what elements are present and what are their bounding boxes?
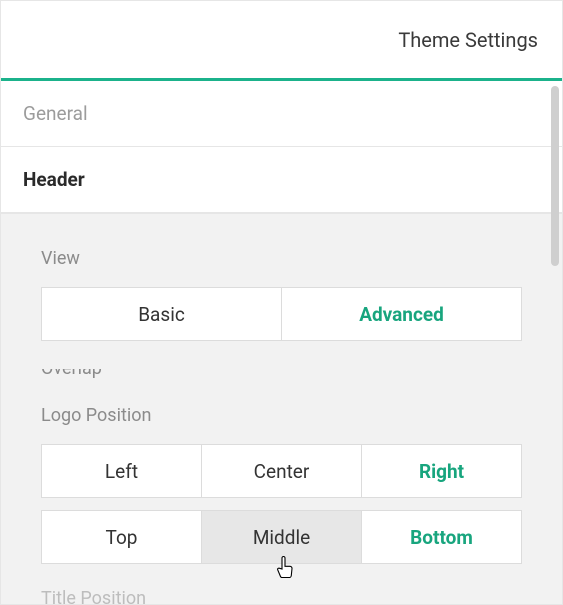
logo-position-left[interactable]: Left <box>41 444 202 498</box>
logo-position-middle-label: Middle <box>253 526 310 549</box>
settings-scroll-area[interactable]: General Header View Basic Advanced Overl… <box>1 81 562 604</box>
logo-position-left-label: Left <box>105 460 138 483</box>
logo-position-bottom-label: Bottom <box>410 526 473 549</box>
panel-title: Theme Settings <box>1 0 562 78</box>
view-option-advanced[interactable]: Advanced <box>282 287 522 341</box>
logo-position-center-label: Center <box>254 460 310 483</box>
section-header[interactable]: Header <box>1 147 562 213</box>
logo-position-middle[interactable]: Middle <box>202 510 362 564</box>
logo-position-top-label: Top <box>106 526 138 549</box>
title-position-group-label: Title Position <box>41 582 522 604</box>
section-header-label: Header <box>23 168 85 191</box>
logo-position-group-label: Logo Position <box>41 405 522 426</box>
view-option-advanced-label: Advanced <box>359 303 444 326</box>
truncated-setting-above: Overlap <box>41 369 522 385</box>
logo-position-bottom[interactable]: Bottom <box>362 510 522 564</box>
logo-position-top[interactable]: Top <box>41 510 202 564</box>
section-general[interactable]: General <box>1 81 562 147</box>
view-option-basic[interactable]: Basic <box>41 287 282 341</box>
logo-position-center[interactable]: Center <box>202 444 362 498</box>
logo-position-vertical: Top Middle Bottom <box>41 510 522 564</box>
theme-settings-panel: Theme Settings General Header View Basic… <box>0 0 563 605</box>
logo-position-horizontal: Left Center Right <box>41 444 522 498</box>
panel-title-text: Theme Settings <box>398 28 538 52</box>
view-group-label: View <box>41 248 522 269</box>
header-section-content: View Basic Advanced Overlap Logo Positio… <box>1 213 562 604</box>
logo-position-right[interactable]: Right <box>362 444 522 498</box>
view-segmented-control: Basic Advanced <box>41 287 522 341</box>
scrollbar-thumb[interactable] <box>551 86 559 266</box>
logo-position-right-label: Right <box>419 460 464 483</box>
view-option-basic-label: Basic <box>138 303 185 326</box>
section-general-label: General <box>23 102 88 125</box>
